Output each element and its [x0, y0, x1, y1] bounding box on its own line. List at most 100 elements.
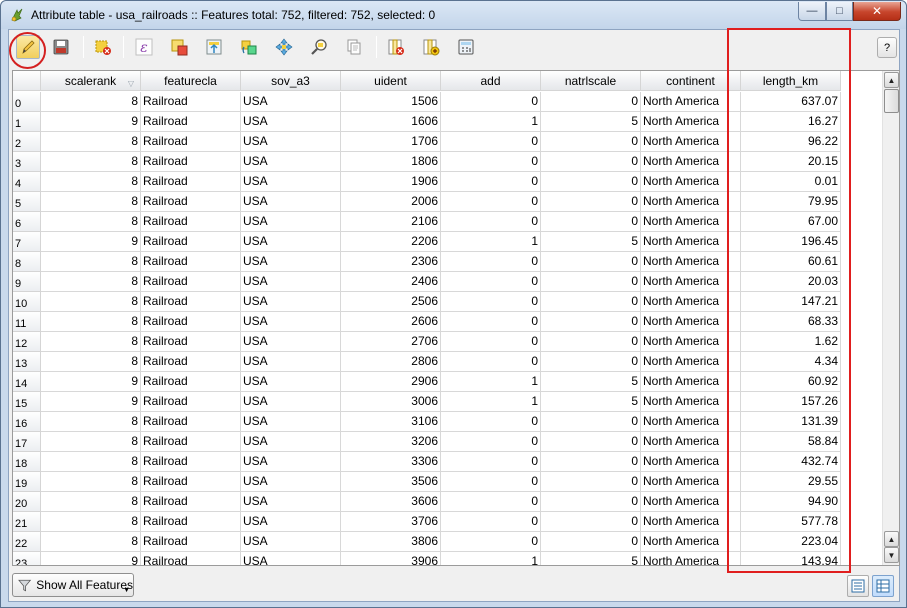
table-cell-add[interactable]: 1 — [441, 392, 541, 412]
table-cell-scalerank[interactable]: 8 — [41, 172, 141, 192]
table-cell-add[interactable]: 1 — [441, 372, 541, 392]
table-cell-scalerank[interactable]: 8 — [41, 432, 141, 452]
table-cell-featurecla[interactable]: Railroad — [141, 252, 241, 272]
table-cell-featurecla[interactable]: Railroad — [141, 492, 241, 512]
table-cell-sov-a3[interactable]: USA — [241, 232, 341, 252]
table-cell-add[interactable]: 0 — [441, 252, 541, 272]
row-header[interactable]: 13 — [13, 352, 41, 372]
table-cell-natrlscale[interactable]: 0 — [541, 92, 641, 112]
table-cell-natrlscale[interactable]: 0 — [541, 312, 641, 332]
table-cell-uident[interactable]: 3806 — [341, 532, 441, 552]
table-cell-sov-a3[interactable]: USA — [241, 92, 341, 112]
table-cell-add[interactable]: 0 — [441, 152, 541, 172]
table-cell-sov-a3[interactable]: USA — [241, 272, 341, 292]
row-header[interactable]: 5 — [13, 192, 41, 212]
table-cell-continent[interactable]: North America — [641, 512, 741, 532]
table-cell-continent[interactable]: North America — [641, 92, 741, 112]
table-cell-natrlscale[interactable]: 0 — [541, 252, 641, 272]
table-cell-continent[interactable]: North America — [641, 272, 741, 292]
table-cell-add[interactable]: 0 — [441, 332, 541, 352]
table-cell-scalerank[interactable]: 8 — [41, 132, 141, 152]
table-cell-uident[interactable]: 2106 — [341, 212, 441, 232]
table-cell-sov-a3[interactable]: USA — [241, 552, 341, 565]
row-header[interactable]: 7 — [13, 232, 41, 252]
table-cell-featurecla[interactable]: Railroad — [141, 552, 241, 565]
field-calculator-button[interactable] — [454, 35, 478, 59]
table-cell-featurecla[interactable]: Railroad — [141, 172, 241, 192]
column-header-natrlscale[interactable]: natrlscale — [541, 71, 641, 91]
table-cell-continent[interactable]: North America — [641, 232, 741, 252]
table-cell-scalerank[interactable]: 8 — [41, 152, 141, 172]
table-cell-sov-a3[interactable]: USA — [241, 332, 341, 352]
table-cell-length-km[interactable]: 60.92 — [741, 372, 841, 392]
table-cell-uident[interactable]: 2406 — [341, 272, 441, 292]
table-cell-length-km[interactable]: 157.26 — [741, 392, 841, 412]
table-cell-add[interactable]: 1 — [441, 112, 541, 132]
table-cell-length-km[interactable]: 16.27 — [741, 112, 841, 132]
zoom-map-to-selection-button[interactable] — [307, 35, 331, 59]
table-cell-length-km[interactable]: 29.55 — [741, 472, 841, 492]
table-cell-add[interactable]: 0 — [441, 192, 541, 212]
table-cell-scalerank[interactable]: 8 — [41, 332, 141, 352]
table-cell-uident[interactable]: 1506 — [341, 92, 441, 112]
table-cell-uident[interactable]: 2506 — [341, 292, 441, 312]
table-cell-length-km[interactable]: 223.04 — [741, 532, 841, 552]
table-cell-natrlscale[interactable]: 0 — [541, 272, 641, 292]
table-cell-add[interactable]: 1 — [441, 232, 541, 252]
table-cell-scalerank[interactable]: 8 — [41, 492, 141, 512]
table-cell-uident[interactable]: 3006 — [341, 392, 441, 412]
table-cell-uident[interactable]: 2906 — [341, 372, 441, 392]
row-header[interactable]: 11 — [13, 312, 41, 332]
scroll-up-button-lower[interactable]: ▲ — [884, 531, 899, 547]
table-cell-uident[interactable]: 3606 — [341, 492, 441, 512]
invert-selection-button[interactable] — [237, 35, 261, 59]
help-button[interactable]: ? — [877, 37, 897, 58]
table-cell-featurecla[interactable]: Railroad — [141, 412, 241, 432]
table-cell-length-km[interactable]: 0.01 — [741, 172, 841, 192]
scroll-down-button[interactable]: ▼ — [884, 547, 899, 563]
table-cell-scalerank[interactable]: 8 — [41, 92, 141, 112]
table-cell-length-km[interactable]: 143.94 — [741, 552, 841, 565]
table-cell-natrlscale[interactable]: 0 — [541, 492, 641, 512]
table-cell-uident[interactable]: 1806 — [341, 152, 441, 172]
table-cell-continent[interactable]: North America — [641, 372, 741, 392]
delete-selected-button[interactable] — [91, 35, 115, 59]
table-cell-scalerank[interactable]: 8 — [41, 252, 141, 272]
table-cell-featurecla[interactable]: Railroad — [141, 352, 241, 372]
table-cell-add[interactable]: 0 — [441, 132, 541, 152]
table-cell-length-km[interactable]: 432.74 — [741, 452, 841, 472]
row-header[interactable]: 22 — [13, 532, 41, 552]
table-cell-add[interactable]: 0 — [441, 312, 541, 332]
table-cell-scalerank[interactable]: 9 — [41, 232, 141, 252]
row-header[interactable]: 23 — [13, 552, 41, 565]
table-cell-natrlscale[interactable]: 0 — [541, 152, 641, 172]
table-cell-featurecla[interactable]: Railroad — [141, 312, 241, 332]
close-button[interactable]: ✕ — [853, 2, 901, 21]
table-cell-uident[interactable]: 3106 — [341, 412, 441, 432]
row-header[interactable]: 16 — [13, 412, 41, 432]
table-cell-sov-a3[interactable]: USA — [241, 352, 341, 372]
table-cell-length-km[interactable]: 96.22 — [741, 132, 841, 152]
table-cell-uident[interactable]: 1606 — [341, 112, 441, 132]
table-cell-length-km[interactable]: 58.84 — [741, 432, 841, 452]
row-header[interactable]: 9 — [13, 272, 41, 292]
table-cell-add[interactable]: 0 — [441, 432, 541, 452]
table-cell-sov-a3[interactable]: USA — [241, 152, 341, 172]
table-cell-scalerank[interactable]: 8 — [41, 272, 141, 292]
table-cell-uident[interactable]: 3906 — [341, 552, 441, 565]
feature-filter-button[interactable]: Show All Features ▼ — [12, 573, 134, 597]
column-header-length-km[interactable]: length_km — [741, 71, 841, 91]
table-cell-uident[interactable]: 2006 — [341, 192, 441, 212]
table-cell-add[interactable]: 0 — [441, 492, 541, 512]
row-header[interactable]: 0 — [13, 92, 41, 112]
table-cell-featurecla[interactable]: Railroad — [141, 512, 241, 532]
delete-column-button[interactable] — [384, 35, 408, 59]
table-cell-sov-a3[interactable]: USA — [241, 212, 341, 232]
table-cell-continent[interactable]: North America — [641, 252, 741, 272]
table-cell-continent[interactable]: North America — [641, 352, 741, 372]
table-cell-length-km[interactable]: 637.07 — [741, 92, 841, 112]
table-cell-length-km[interactable]: 79.95 — [741, 192, 841, 212]
table-cell-natrlscale[interactable]: 0 — [541, 132, 641, 152]
table-cell-featurecla[interactable]: Railroad — [141, 152, 241, 172]
table-cell-natrlscale[interactable]: 0 — [541, 212, 641, 232]
